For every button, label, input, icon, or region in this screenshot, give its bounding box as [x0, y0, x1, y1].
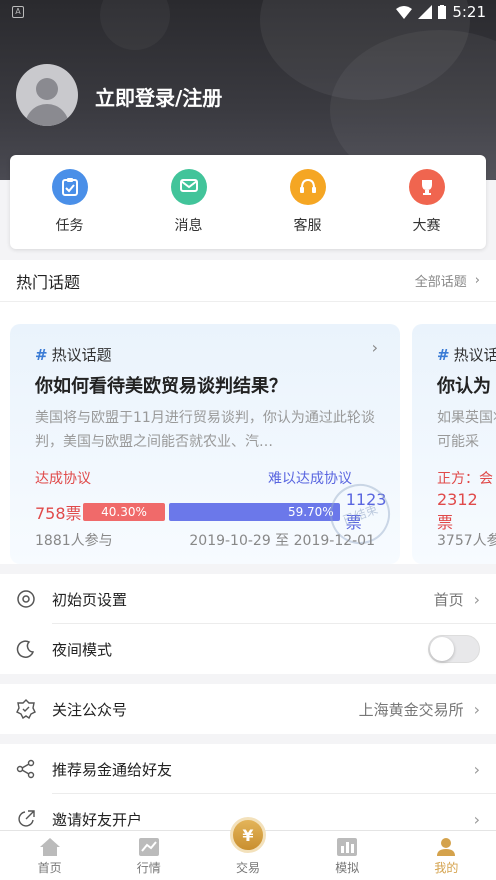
- avatar[interactable]: [16, 64, 78, 126]
- date-range: 2019-10-29 至 2019-12-01: [189, 533, 375, 549]
- nav-home[interactable]: 首页: [0, 831, 99, 880]
- chevron-right-icon: ›: [473, 589, 480, 609]
- nav-market[interactable]: 行情: [99, 831, 198, 880]
- app-notification-icon: A: [12, 6, 24, 18]
- topic-tag-label: 热议话题: [51, 346, 112, 364]
- nav-simulate[interactable]: 模拟: [298, 831, 397, 880]
- quick-action-tasks[interactable]: 任务: [10, 155, 129, 249]
- chevron-right-icon: ›: [473, 699, 480, 719]
- hot-topics-header: 热门话题 全部话题 ›: [0, 260, 496, 302]
- trophy-icon: [408, 169, 445, 205]
- signal-icon: [418, 5, 433, 19]
- nav-label: 首页: [37, 861, 62, 875]
- hash-icon: #: [437, 346, 450, 364]
- setting-night-mode: 夜间模式: [0, 624, 496, 674]
- participants-count: 1881人参与: [35, 533, 113, 549]
- setting-recommend-friends[interactable]: 推荐易金通给好友 ›: [0, 744, 496, 794]
- quick-action-label: 任务: [55, 218, 84, 234]
- setting-initial-page[interactable]: 初始页设置 首页 ›: [0, 574, 496, 624]
- nav-me[interactable]: 我的: [397, 831, 496, 880]
- topic-tag: # 热议话题: [35, 344, 112, 365]
- setting-value: 首页: [433, 590, 464, 609]
- message-icon: [170, 169, 207, 205]
- topic-card[interactable]: #热议话 你认为 如果英国将可能采 正方：会 2312票 3757人参: [412, 324, 496, 564]
- target-icon: [16, 589, 36, 609]
- chevron-right-icon: ›: [371, 338, 378, 357]
- clock: 5:21: [452, 3, 486, 21]
- setting-label: 推荐易金通给好友: [52, 760, 173, 779]
- quick-action-support[interactable]: 客服: [248, 155, 367, 249]
- status-bar: A 5:21: [0, 0, 496, 26]
- agree-count: 758票: [35, 503, 82, 523]
- external-link-icon: [16, 809, 36, 829]
- topic-carousel[interactable]: # 热议话题 › 你如何看待美欧贸易谈判结果？ 美国将与欧盟于11月进行贸易谈判，…: [0, 302, 496, 564]
- agree-count: 2312票: [437, 490, 478, 532]
- all-topics-link[interactable]: 全部话题 ›: [415, 271, 480, 290]
- nav-label: 模拟: [335, 861, 360, 875]
- topic-title: 你如何看待美欧贸易谈判结果？: [35, 376, 287, 397]
- all-topics-label: 全部话题: [414, 275, 467, 290]
- topic-description: 美国将与欧盟于11月进行贸易谈判，你认为通过此轮谈判，美国与欧盟之间能否就农业、…: [35, 410, 375, 450]
- battery-icon: [438, 5, 447, 19]
- topic-title: 你认为: [437, 376, 491, 397]
- nav-label: 行情: [136, 861, 161, 875]
- quick-action-label: 消息: [174, 218, 203, 234]
- bar-chart-icon: [336, 837, 358, 857]
- share-icon: [16, 759, 36, 779]
- setting-label: 初始页设置: [52, 590, 128, 609]
- topic-card[interactable]: # 热议话题 › 你如何看待美欧贸易谈判结果？ 美国将与欧盟于11月进行贸易谈判，…: [10, 324, 400, 564]
- quick-action-messages[interactable]: 消息: [129, 155, 248, 249]
- setting-label: 夜间模式: [52, 640, 113, 659]
- chevron-right-icon: ›: [474, 273, 480, 288]
- login-register-link[interactable]: 立即登录/注册: [95, 82, 222, 111]
- headset-icon: [289, 169, 326, 205]
- profile-header: 立即登录/注册: [0, 0, 496, 180]
- wifi-icon: [396, 5, 413, 19]
- moon-icon: [16, 639, 36, 659]
- chevron-right-icon: ›: [473, 809, 480, 829]
- topic-description: 如果英国将可能采: [437, 410, 496, 450]
- hash-icon: #: [35, 346, 48, 364]
- home-icon: [39, 837, 61, 857]
- night-mode-toggle[interactable]: [428, 635, 480, 663]
- setting-label: 关注公众号: [52, 700, 128, 719]
- agree-label: 达成协议: [35, 471, 91, 487]
- agree-label: 正方：会: [437, 471, 493, 487]
- setting-follow-account[interactable]: 关注公众号 上海黄金交易所 ›: [0, 684, 496, 734]
- nav-label: 我的: [434, 861, 459, 875]
- vote-bar-row: 2312票: [437, 490, 487, 533]
- user-icon: [435, 837, 457, 857]
- chevron-right-icon: ›: [473, 759, 480, 779]
- clipboard-icon: [51, 169, 88, 205]
- yen-icon: ¥: [230, 817, 266, 853]
- setting-value: 上海黄金交易所: [358, 700, 464, 719]
- section-title: 热门话题: [16, 272, 81, 292]
- quick-actions-card: 任务 消息 客服 大赛: [10, 155, 486, 249]
- chart-icon: [138, 837, 160, 857]
- disagree-bar: 59.70%: [169, 502, 340, 521]
- quick-action-contest[interactable]: 大赛: [367, 155, 486, 249]
- bottom-nav: 首页 行情 ¥ 交易 模拟 我的: [0, 817, 496, 880]
- nav-trade[interactable]: ¥ 交易: [198, 817, 297, 880]
- badge-icon: [16, 699, 36, 719]
- nav-label: 交易: [236, 861, 261, 875]
- disagree-label: 难以达成协议: [268, 471, 352, 487]
- agree-bar: 40.30%: [82, 502, 166, 521]
- quick-action-label: 大赛: [412, 218, 441, 234]
- topic-tag: # 热议话: [437, 344, 496, 365]
- participants-count: 3757人参: [437, 533, 496, 549]
- topic-tag-label: 热议话: [453, 346, 496, 364]
- quick-action-label: 客服: [293, 218, 322, 234]
